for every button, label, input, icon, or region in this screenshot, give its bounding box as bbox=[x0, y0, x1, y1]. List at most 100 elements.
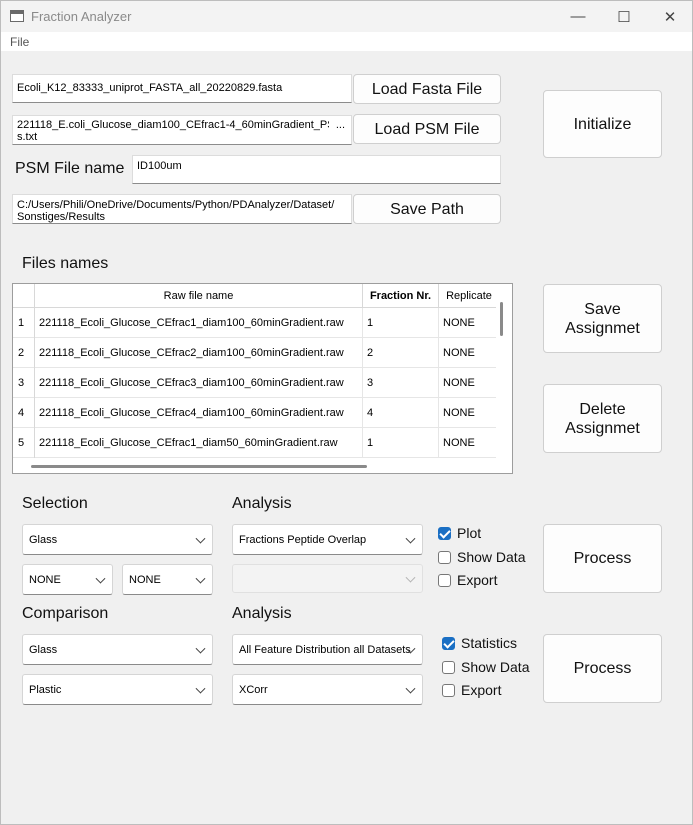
comparison-combo-2[interactable]: Plastic bbox=[22, 674, 213, 705]
fraction-cell[interactable]: 4 bbox=[363, 398, 439, 428]
checkbox-icon bbox=[442, 683, 455, 697]
col-raw-file-name[interactable]: Raw file name bbox=[35, 284, 363, 308]
fraction-cell[interactable]: 2 bbox=[363, 338, 439, 368]
replicate-cell[interactable]: NONE bbox=[439, 338, 499, 368]
load-psm-button[interactable]: Load PSM File bbox=[353, 114, 501, 144]
save-path-field[interactable]: C:/Users/Phili/OneDrive/Documents/Python… bbox=[12, 194, 352, 224]
fraction-cell[interactable]: 1 bbox=[363, 308, 439, 338]
checkbox-checked-icon bbox=[442, 636, 455, 650]
minimize-button[interactable]: — bbox=[555, 1, 601, 32]
checkbox-icon bbox=[442, 660, 455, 674]
comparison-export-checkbox[interactable]: Export bbox=[442, 682, 501, 698]
raw-file-name-cell[interactable]: 221118_Ecoli_Glucose_CEfrac2_diam100_60m… bbox=[35, 338, 363, 368]
col-replicate[interactable]: Replicate bbox=[439, 284, 499, 308]
export-checkbox[interactable]: Export bbox=[438, 572, 497, 588]
initialize-button[interactable]: Initialize bbox=[543, 90, 662, 158]
maximize-button[interactable]: ☐ bbox=[601, 1, 647, 32]
comparison-label: Comparison bbox=[22, 605, 109, 622]
save-path-line1: C:/Users/Phili/OneDrive/Documents/Python… bbox=[17, 199, 335, 211]
selection-combo-b-value: NONE bbox=[129, 573, 161, 586]
save-assignment-line2: Assignmet bbox=[565, 319, 640, 337]
chevron-down-icon bbox=[195, 533, 206, 544]
comparison-export-label: Export bbox=[461, 682, 502, 698]
close-button[interactable]: ✕ bbox=[647, 1, 693, 32]
files-names-label: Files names bbox=[22, 255, 109, 272]
selection-analysis-combo[interactable]: Fractions Peptide Overlap bbox=[232, 524, 423, 555]
table-row[interactable]: 1 221118_Ecoli_Glucose_CEfrac1_diam100_6… bbox=[13, 308, 496, 338]
load-fasta-button[interactable]: Load Fasta File bbox=[353, 74, 501, 104]
fraction-cell[interactable]: 1 bbox=[363, 428, 439, 458]
raw-file-name-cell[interactable]: 221118_Ecoli_Glucose_CEfrac3_diam100_60m… bbox=[35, 368, 363, 398]
selection-analysis-value: Fractions Peptide Overlap bbox=[239, 533, 367, 546]
raw-file-name-cell[interactable]: 221118_Ecoli_Glucose_CEfrac4_diam100_60m… bbox=[35, 398, 363, 428]
selection-combo[interactable]: Glass bbox=[22, 524, 213, 555]
comparison-process-button[interactable]: Process bbox=[543, 634, 662, 703]
selection-combo-a-value: NONE bbox=[29, 573, 61, 586]
comparison-combo-1[interactable]: Glass bbox=[22, 634, 213, 665]
row-number: 1 bbox=[13, 308, 35, 338]
psm-path-ellipsis: ... bbox=[335, 119, 345, 131]
psm-path-field[interactable]: 221118_E.coli_Glucose_diam100_CEfrac1-4_… bbox=[12, 115, 352, 145]
save-path-line2: Sonstiges/Results bbox=[17, 211, 106, 223]
title-bar[interactable]: Fraction Analyzer — ☐ ✕ bbox=[1, 1, 692, 32]
menu-file[interactable]: File bbox=[10, 35, 29, 49]
statistics-checkbox-label: Statistics bbox=[461, 635, 518, 651]
comparison-metric-value: XCorr bbox=[239, 683, 268, 696]
psm-file-name-input[interactable]: ID100um bbox=[132, 155, 501, 184]
selection-analysis-label: Analysis bbox=[232, 495, 292, 512]
plot-checkbox-label: Plot bbox=[457, 525, 482, 541]
psm-path-line2: s.txt bbox=[17, 131, 38, 143]
table-row[interactable]: 5 221118_Ecoli_Glucose_CEfrac1_diam50_60… bbox=[13, 428, 496, 458]
selection-combo-value: Glass bbox=[29, 533, 58, 546]
horizontal-scrollbar[interactable] bbox=[31, 465, 367, 468]
selection-combo-b[interactable]: NONE bbox=[122, 564, 213, 595]
chevron-down-icon bbox=[195, 683, 206, 694]
client-area: Ecoli_K12_83333_uniprot_FASTA_all_202208… bbox=[1, 51, 692, 824]
selection-combo-a[interactable]: NONE bbox=[22, 564, 113, 595]
comparison-combo-2-value: Plastic bbox=[29, 683, 62, 696]
checkbox-checked-icon bbox=[438, 526, 451, 540]
checkbox-icon bbox=[438, 550, 451, 564]
replicate-cell[interactable]: NONE bbox=[439, 368, 499, 398]
replicate-cell[interactable]: NONE bbox=[439, 308, 499, 338]
replicate-cell[interactable]: NONE bbox=[439, 428, 499, 458]
main-window: Fraction Analyzer — ☐ ✕ File Ecoli_K12_8… bbox=[0, 0, 693, 825]
table-row[interactable]: 3 221118_Ecoli_Glucose_CEfrac3_diam100_6… bbox=[13, 368, 496, 398]
selection-analysis-combo-2[interactable] bbox=[232, 564, 423, 593]
show-data-checkbox[interactable]: Show Data bbox=[438, 549, 525, 565]
raw-file-name-cell[interactable]: 221118_Ecoli_Glucose_CEfrac1_diam50_60mi… bbox=[35, 428, 363, 458]
fasta-path-field[interactable]: Ecoli_K12_83333_uniprot_FASTA_all_202208… bbox=[12, 74, 352, 103]
fraction-cell[interactable]: 3 bbox=[363, 368, 439, 398]
replicate-cell[interactable]: NONE bbox=[439, 398, 499, 428]
comparison-show-data-label: Show Data bbox=[461, 659, 530, 675]
save-path-button[interactable]: Save Path bbox=[353, 194, 501, 224]
app-icon bbox=[10, 10, 24, 22]
corner-header bbox=[13, 284, 35, 308]
chevron-down-icon bbox=[405, 683, 416, 694]
checkbox-icon bbox=[438, 573, 451, 587]
comparison-metric-combo[interactable]: XCorr bbox=[232, 674, 423, 705]
col-fraction-nr[interactable]: Fraction Nr. bbox=[363, 284, 439, 308]
raw-file-name-cell[interactable]: 221118_Ecoli_Glucose_CEfrac1_diam100_60m… bbox=[35, 308, 363, 338]
table-row[interactable]: 4 221118_Ecoli_Glucose_CEfrac4_diam100_6… bbox=[13, 398, 496, 428]
save-assignment-button[interactable]: Save Assignmet bbox=[543, 284, 662, 353]
comparison-analysis-combo[interactable]: All Feature Distribution all Datasets bbox=[232, 634, 423, 665]
save-assignment-line1: Save bbox=[584, 300, 621, 318]
export-checkbox-label: Export bbox=[457, 572, 498, 588]
selection-process-button[interactable]: Process bbox=[543, 524, 662, 593]
comparison-show-data-checkbox[interactable]: Show Data bbox=[442, 659, 529, 675]
row-number: 2 bbox=[13, 338, 35, 368]
plot-checkbox[interactable]: Plot bbox=[438, 525, 481, 541]
delete-assignment-line1: Delete bbox=[579, 400, 626, 418]
chevron-down-icon bbox=[405, 533, 416, 544]
row-number: 4 bbox=[13, 398, 35, 428]
comparison-analysis-value: All Feature Distribution all Datasets bbox=[239, 643, 411, 656]
vertical-scrollbar[interactable] bbox=[500, 302, 503, 336]
delete-assignment-button[interactable]: Delete Assignmet bbox=[543, 384, 662, 453]
comparison-analysis-label: Analysis bbox=[232, 605, 292, 622]
show-data-checkbox-label: Show Data bbox=[457, 549, 526, 565]
statistics-checkbox[interactable]: Statistics bbox=[442, 635, 517, 651]
table-row[interactable]: 2 221118_Ecoli_Glucose_CEfrac2_diam100_6… bbox=[13, 338, 496, 368]
files-table: Raw file name Fraction Nr. Replicate 1 2… bbox=[12, 283, 513, 474]
psm-file-name-label: PSM File name bbox=[15, 160, 125, 177]
